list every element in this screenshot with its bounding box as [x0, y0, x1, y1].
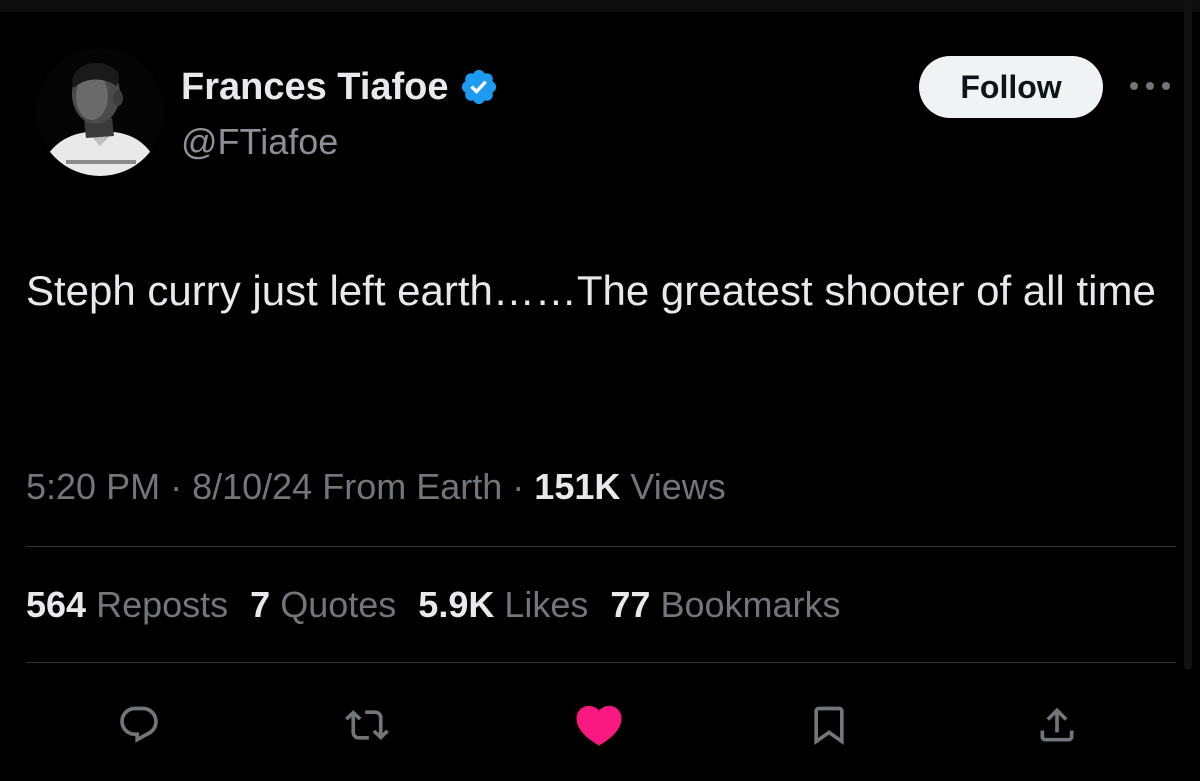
- author-handle[interactable]: @FTiafoe: [181, 120, 338, 164]
- tweet-time[interactable]: 5:20 PM: [26, 466, 160, 507]
- repost-icon: [345, 710, 389, 740]
- reply-button[interactable]: [104, 690, 174, 760]
- divider-bottom: [26, 662, 1176, 663]
- reposts-stat[interactable]: 564 Reposts: [26, 582, 228, 628]
- share-button[interactable]: [1022, 690, 1092, 760]
- like-icon: [576, 705, 622, 746]
- likes-count: 5.9K: [418, 584, 495, 625]
- reposts-count: 564: [26, 584, 87, 625]
- reply-icon: [120, 706, 158, 743]
- more-dots-icon: [1130, 82, 1170, 90]
- display-name-text[interactable]: Frances Tiafoe: [181, 64, 449, 110]
- bookmark-icon: [814, 706, 844, 746]
- tweet-date[interactable]: 8/10/24: [192, 466, 312, 507]
- verified-badge-icon: [461, 69, 496, 105]
- reposts-label: Reposts: [96, 584, 229, 625]
- likes-label: Likes: [504, 584, 589, 625]
- quotes-count: 7: [250, 584, 271, 625]
- repost-button[interactable]: [332, 690, 402, 760]
- more-options-button[interactable]: [1126, 72, 1174, 100]
- follow-button[interactable]: Follow: [919, 56, 1103, 118]
- quotes-label: Quotes: [280, 584, 397, 625]
- avatar[interactable]: [36, 48, 164, 176]
- avatar-photo-icon: [36, 48, 164, 176]
- bookmark-button[interactable]: [794, 690, 864, 760]
- action-bar: [0, 690, 1200, 760]
- engagement-stats: 564 Reposts 7 Quotes 5.9K Likes 77 Bookm…: [26, 582, 841, 628]
- views-label: Views: [630, 466, 726, 507]
- share-icon: [1040, 707, 1074, 742]
- tweet-card: Frances Tiafoe @FTiafoe Follow Steph cur…: [0, 0, 1200, 781]
- meta-separator: ·: [170, 466, 193, 507]
- bookmarks-count: 77: [610, 584, 651, 625]
- likes-stat[interactable]: 5.9K Likes: [418, 582, 588, 628]
- like-button[interactable]: [564, 690, 634, 760]
- tweet-text: Steph curry just left earth……The greates…: [26, 267, 1156, 314]
- tweet-source: From Earth: [322, 466, 503, 507]
- views-count: 151K: [534, 466, 621, 507]
- meta-separator: ·: [512, 466, 535, 507]
- author-display-name[interactable]: Frances Tiafoe: [181, 64, 499, 110]
- divider-top: [26, 546, 1176, 547]
- bookmarks-label: Bookmarks: [660, 584, 841, 625]
- tweet-meta: 5:20 PM · 8/10/24 From Earth · 151K View…: [26, 464, 726, 510]
- quotes-stat[interactable]: 7 Quotes: [250, 582, 396, 628]
- bookmarks-stat[interactable]: 77 Bookmarks: [610, 582, 840, 628]
